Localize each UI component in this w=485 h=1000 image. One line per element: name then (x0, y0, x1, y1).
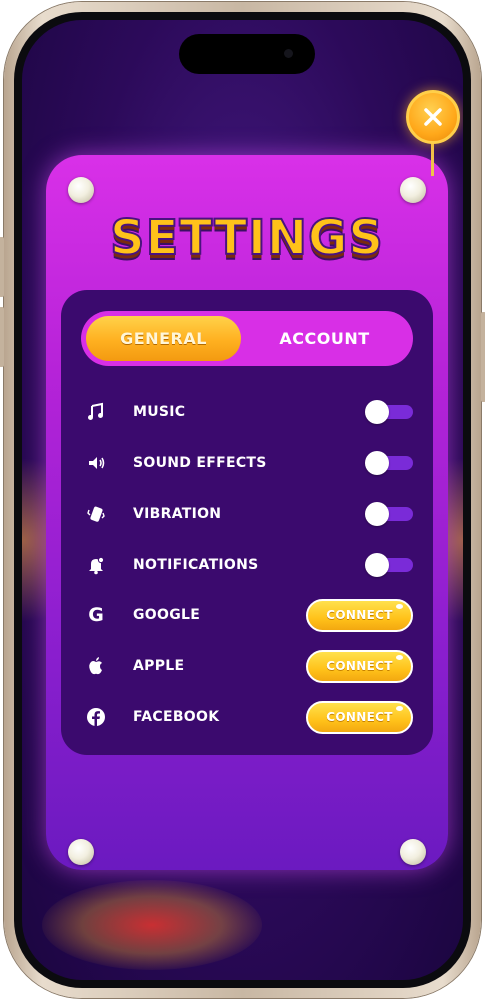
screw-icon (68, 177, 94, 203)
music-note-icon (81, 397, 111, 427)
toggle-knob (365, 553, 389, 577)
speaker-icon (81, 448, 111, 478)
power-button (481, 312, 485, 402)
screw-icon (400, 177, 426, 203)
game-screen: SETTINGS GENERAL ACCOUNT MUSIC SOUND EFF… (22, 20, 463, 980)
tab-account[interactable]: ACCOUNT (241, 316, 408, 361)
vibration-icon (81, 499, 111, 529)
tab-general[interactable]: GENERAL (86, 316, 241, 361)
page-title: SETTINGS (109, 209, 384, 267)
phone-frame: SETTINGS GENERAL ACCOUNT MUSIC SOUND EFF… (0, 2, 485, 998)
setting-row-notifications: NOTIFICATIONS (81, 550, 413, 580)
setting-label: VIBRATION (133, 506, 222, 522)
account-label: GOOGLE (133, 607, 201, 623)
close-button[interactable] (406, 90, 460, 144)
account-row-facebook: FACEBOOK CONNECT (81, 700, 413, 734)
close-button-stem (431, 142, 434, 176)
camera-icon (284, 49, 293, 58)
toggle-knob (365, 451, 389, 475)
connect-facebook-button[interactable]: CONNECT (306, 700, 413, 734)
screw-icon (400, 839, 426, 865)
setting-row-vibration: VIBRATION (81, 499, 413, 529)
facebook-icon (81, 702, 111, 732)
toggle-knob (365, 400, 389, 424)
apple-icon (81, 651, 111, 681)
connect-google-button[interactable]: CONNECT (306, 598, 413, 632)
settings-panel: SETTINGS GENERAL ACCOUNT MUSIC SOUND EFF… (46, 155, 448, 870)
settings-card: GENERAL ACCOUNT MUSIC SOUND EFFECTS VIBR… (61, 290, 433, 755)
setting-row-music: MUSIC (81, 397, 413, 427)
volume-down-button (0, 307, 4, 367)
account-row-apple: APPLE CONNECT (81, 649, 413, 683)
account-label: APPLE (133, 658, 185, 674)
screen-bezel: SETTINGS GENERAL ACCOUNT MUSIC SOUND EFF… (14, 12, 471, 988)
google-icon: G (88, 604, 104, 626)
connect-apple-button[interactable]: CONNECT (306, 649, 413, 683)
tab-bar: GENERAL ACCOUNT (81, 311, 413, 366)
vibration-toggle[interactable] (365, 502, 413, 526)
screw-icon (68, 839, 94, 865)
setting-label: NOTIFICATIONS (133, 557, 259, 573)
account-label: FACEBOOK (133, 709, 220, 725)
sound-effects-toggle[interactable] (365, 451, 413, 475)
background-glow (42, 880, 262, 970)
music-toggle[interactable] (365, 400, 413, 424)
bell-icon (81, 550, 111, 580)
setting-label: MUSIC (133, 404, 186, 420)
setting-label: SOUND EFFECTS (133, 455, 267, 471)
close-icon (424, 108, 442, 126)
account-row-google: G GOOGLE CONNECT (81, 598, 413, 632)
toggle-knob (365, 502, 389, 526)
dynamic-island (179, 34, 315, 74)
setting-row-sound-effects: SOUND EFFECTS (81, 448, 413, 478)
volume-up-button (0, 237, 4, 297)
notifications-toggle[interactable] (365, 553, 413, 577)
